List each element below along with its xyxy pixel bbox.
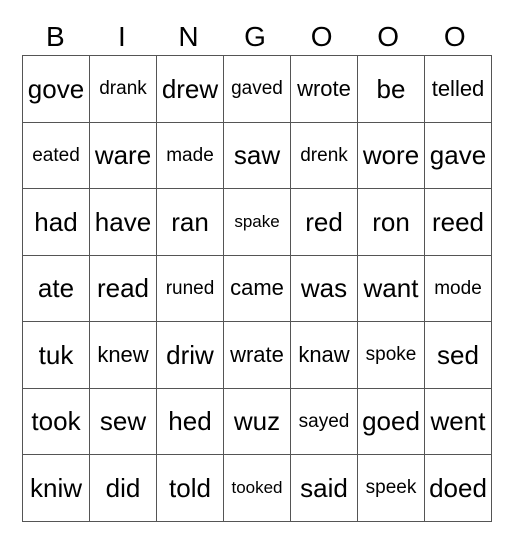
bingo-cell[interactable]: gaved <box>223 55 291 123</box>
bingo-cell[interactable]: knew <box>89 321 157 389</box>
bingo-cell[interactable]: saw <box>223 121 291 189</box>
bingo-header: BINGOOO <box>22 20 488 54</box>
bingo-cell[interactable]: did <box>89 454 157 522</box>
bingo-cell[interactable]: have <box>89 188 157 256</box>
bingo-cell[interactable]: red <box>290 188 358 256</box>
bingo-cell[interactable]: kniw <box>22 454 90 522</box>
bingo-cell[interactable]: wrate <box>223 321 291 389</box>
bingo-cell[interactable]: wrote <box>290 55 358 123</box>
bingo-cell[interactable]: tooked <box>223 454 291 522</box>
bingo-cell[interactable]: sed <box>424 321 492 389</box>
bingo-card: gove drank drew gaved wrote be telled eated ware… <box>22 55 492 522</box>
bingo-cell[interactable]: gove <box>22 55 90 123</box>
card-row: had have ran spake red ron reed <box>22 188 492 256</box>
card-row: gove drank drew gaved wrote be telled <box>22 55 492 123</box>
bingo-cell[interactable]: wuz <box>223 387 291 455</box>
bingo-cell[interactable]: be <box>357 55 425 123</box>
bingo-cell[interactable]: spake <box>223 188 291 256</box>
bingo-cell[interactable]: doed <box>424 454 492 522</box>
bingo-cell[interactable]: came <box>223 254 291 322</box>
card-row: ate read runed came was want mode <box>22 254 492 322</box>
bingo-cell[interactable]: knaw <box>290 321 358 389</box>
bingo-cell[interactable]: driw <box>156 321 224 389</box>
bingo-cell[interactable]: want <box>357 254 425 322</box>
card-row: kniw did told tooked said speek doed <box>22 454 492 522</box>
bingo-cell[interactable]: went <box>424 387 492 455</box>
bingo-cell[interactable]: made <box>156 121 224 189</box>
header-letter: O <box>310 21 333 52</box>
bingo-cell[interactable]: read <box>89 254 157 322</box>
bingo-cell[interactable]: goed <box>357 387 425 455</box>
card-row: eated ware made saw drenk wore gave <box>22 121 492 189</box>
header-letter: O <box>377 21 400 52</box>
bingo-cell[interactable]: mode <box>424 254 492 322</box>
bingo-cell[interactable]: sew <box>89 387 157 455</box>
bingo-cell[interactable]: gave <box>424 121 492 189</box>
bingo-cell[interactable]: tuk <box>22 321 90 389</box>
bingo-cell[interactable]: runed <box>156 254 224 322</box>
bingo-cell[interactable]: drank <box>89 55 157 123</box>
bingo-cell[interactable]: eated <box>22 121 90 189</box>
bingo-cell[interactable]: ron <box>357 188 425 256</box>
header-letter: G <box>244 21 266 52</box>
bingo-cell[interactable]: ate <box>22 254 90 322</box>
header-letter: O <box>443 21 466 52</box>
bingo-cell[interactable]: telled <box>424 55 492 123</box>
bingo-cell[interactable]: sayed <box>290 387 358 455</box>
bingo-cell[interactable]: had <box>22 188 90 256</box>
bingo-cell[interactable]: wore <box>357 121 425 189</box>
bingo-cell[interactable]: ware <box>89 121 157 189</box>
bingo-cell[interactable]: drew <box>156 55 224 123</box>
card-row: took sew hed wuz sayed goed went <box>22 387 492 455</box>
bingo-cell[interactable]: said <box>290 454 358 522</box>
header-letter: N <box>178 21 199 52</box>
bingo-cell[interactable]: hed <box>156 387 224 455</box>
bingo-cell[interactable]: was <box>290 254 358 322</box>
bingo-cell[interactable]: told <box>156 454 224 522</box>
bingo-cell[interactable]: speek <box>357 454 425 522</box>
header-letter: B <box>45 21 65 52</box>
bingo-cell[interactable]: reed <box>424 188 492 256</box>
bingo-cell[interactable]: spoke <box>357 321 425 389</box>
bingo-cell[interactable]: drenk <box>290 121 358 189</box>
bingo-cell[interactable]: took <box>22 387 90 455</box>
header-letter: I <box>117 21 126 52</box>
bingo-cell[interactable]: ran <box>156 188 224 256</box>
card-row: tuk knew driw wrate knaw spoke sed <box>22 321 492 389</box>
